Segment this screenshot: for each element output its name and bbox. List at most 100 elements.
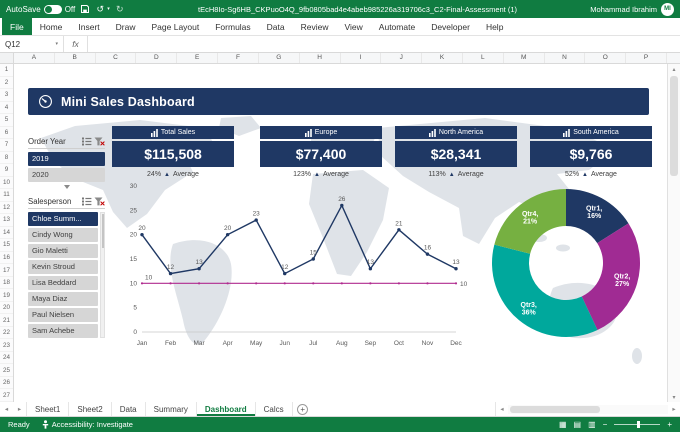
slicer-item-lisa-beddard[interactable]: Lisa Beddard bbox=[28, 276, 98, 290]
slicer-item-list: Chloe Summ... Cindy Wong Gio Maletti Kevin … bbox=[28, 212, 98, 338]
donut-slice-qtr3[interactable] bbox=[492, 244, 598, 337]
column-header-m[interactable]: M bbox=[504, 53, 545, 63]
column-header-e[interactable]: E bbox=[177, 53, 219, 63]
column-header-d[interactable]: D bbox=[136, 53, 178, 63]
ribbon-tab-automate[interactable]: Automate bbox=[371, 18, 423, 35]
document-title: tEcH8Io-Sg6HB_CKPuoO4Q_9fb0805bad4e4abeb… bbox=[198, 4, 517, 14]
donut-slice-qtr2[interactable] bbox=[581, 223, 640, 330]
ribbon-tab-help[interactable]: Help bbox=[478, 18, 511, 35]
hscroll-right-icon[interactable]: ▸ bbox=[668, 405, 680, 413]
column-header-l[interactable]: L bbox=[463, 53, 504, 63]
multi-select-icon[interactable] bbox=[82, 137, 92, 146]
autosave-switch[interactable] bbox=[43, 4, 62, 14]
sheet-nav-next-icon[interactable]: ▸ bbox=[13, 402, 26, 416]
save-icon[interactable] bbox=[80, 4, 90, 14]
page-layout-view-button[interactable]: ▤ bbox=[574, 420, 582, 429]
kpi-card-total-sales[interactable]: Total Sales $115,508 24% ▲ Average bbox=[112, 126, 234, 178]
ribbon-tab-file[interactable]: File bbox=[2, 18, 32, 35]
slicer-item-gio-maletti[interactable]: Gio Maletti bbox=[28, 244, 98, 258]
sheet-grid[interactable]: 1 2 3 4 5 6 7 8 9 10 11 12 13 14 15 16 17 18 19 20 21 22 23 24 2… bbox=[0, 64, 680, 402]
sheet-tab-data[interactable]: Data bbox=[112, 402, 146, 416]
vertical-scrollbar-thumb[interactable] bbox=[670, 76, 678, 176]
column-header-n[interactable]: N bbox=[545, 53, 586, 63]
autosave-toggle[interactable]: AutoSave Off bbox=[6, 4, 75, 14]
column-header-i[interactable]: I bbox=[341, 53, 382, 63]
ribbon-tab-draw[interactable]: Draw bbox=[108, 18, 144, 35]
slicer-item-maya-diaz[interactable]: Maya Diaz bbox=[28, 292, 98, 306]
page-break-view-button[interactable]: ▥ bbox=[588, 420, 596, 429]
ribbon-tab-view[interactable]: View bbox=[337, 18, 371, 35]
vertical-scrollbar[interactable]: ▴ ▾ bbox=[667, 64, 680, 402]
svg-text:Qtr3,36%: Qtr3, 36% bbox=[521, 302, 537, 317]
multi-select-icon[interactable] bbox=[82, 197, 92, 206]
slicer-scrollbar[interactable] bbox=[100, 212, 105, 338]
user-avatar[interactable]: MI bbox=[661, 2, 674, 16]
zoom-slider-knob[interactable] bbox=[637, 421, 641, 428]
column-header-g[interactable]: G bbox=[259, 53, 300, 63]
sheet-tab-sheet1[interactable]: Sheet1 bbox=[26, 402, 70, 416]
slicer-item-2020[interactable]: 2020 bbox=[28, 168, 105, 182]
zoom-in-button[interactable]: + bbox=[667, 420, 672, 429]
accessibility-status-button[interactable]: Accessibility: Investigate bbox=[42, 420, 133, 429]
scroll-up-icon[interactable]: ▴ bbox=[668, 64, 680, 74]
sheet-tab-summary[interactable]: Summary bbox=[146, 402, 197, 416]
account-area[interactable]: Mohammad Ibrahim MI bbox=[590, 2, 674, 16]
slicer-item-chloe-summ[interactable]: Chloe Summ... bbox=[28, 212, 98, 226]
ribbon-tab-insert[interactable]: Insert bbox=[70, 18, 107, 35]
zoom-out-button[interactable]: − bbox=[603, 420, 608, 429]
kpi-card-south-america[interactable]: South America $9,766 52% ▲ Average bbox=[530, 126, 652, 178]
scroll-down-icon[interactable]: ▾ bbox=[668, 392, 680, 402]
hscroll-left-icon[interactable]: ◂ bbox=[496, 405, 508, 413]
column-header-o[interactable]: O bbox=[585, 53, 627, 63]
sheet-tab-dashboard[interactable]: Dashboard bbox=[197, 402, 256, 416]
chart-series-sales[interactable] bbox=[141, 203, 457, 275]
ribbon-tab-formulas[interactable]: Formulas bbox=[207, 18, 258, 35]
formula-input[interactable] bbox=[88, 36, 680, 52]
sheet-tab-sheet2[interactable]: Sheet2 bbox=[69, 402, 112, 416]
slicer-order-year[interactable]: Order Year 2019 2020 bbox=[28, 134, 105, 189]
clear-filter-icon[interactable] bbox=[94, 137, 105, 146]
ribbon-tab-page-layout[interactable]: Page Layout bbox=[144, 18, 208, 35]
undo-caret-icon[interactable]: ▾ bbox=[107, 6, 110, 12]
kpi-label: North America bbox=[438, 129, 484, 136]
column-header-c[interactable]: C bbox=[96, 53, 137, 63]
dashboard-title-banner[interactable]: Mini Sales Dashboard bbox=[28, 88, 649, 115]
slicer-item-sam-achebe[interactable]: Sam Achebe bbox=[28, 324, 98, 338]
normal-view-button[interactable]: ▦ bbox=[559, 420, 567, 429]
undo-icon[interactable]: ↺ bbox=[95, 4, 105, 15]
quarterly-sales-donut-chart[interactable]: Qtr1, 16% Qtr2, 27% Qtr3, 36% Qtr4, 21% bbox=[488, 185, 644, 341]
slicer-scrollbar-thumb[interactable] bbox=[102, 214, 104, 248]
horizontal-scrollbar-thumb[interactable] bbox=[510, 405, 600, 413]
column-header-a[interactable]: A bbox=[14, 53, 55, 63]
slicer-item-cindy-wong[interactable]: Cindy Wong bbox=[28, 228, 98, 242]
slicer-item-paul-nielsen[interactable]: Paul Nielsen bbox=[28, 308, 98, 322]
column-header-p[interactable]: P bbox=[626, 53, 667, 63]
sheet-nav-prev-icon[interactable]: ◂ bbox=[0, 402, 13, 416]
column-header-h[interactable]: H bbox=[300, 53, 341, 63]
zoom-slider[interactable] bbox=[614, 421, 661, 428]
clear-filter-icon[interactable] bbox=[94, 197, 105, 206]
column-header-j[interactable]: J bbox=[381, 53, 423, 63]
redo-icon[interactable]: ↻ bbox=[115, 4, 125, 15]
sheet-tab-calcs[interactable]: Calcs bbox=[256, 402, 293, 416]
slicer-scroll-down-icon[interactable] bbox=[63, 185, 70, 189]
slicer-item-2019[interactable]: 2019 bbox=[28, 152, 105, 166]
column-header-f[interactable]: F bbox=[218, 53, 259, 63]
kpi-card-europe[interactable]: Europe $77,400 123% ▲ Average bbox=[260, 126, 382, 178]
ribbon-tab-home[interactable]: Home bbox=[32, 18, 71, 35]
ribbon-tab-developer[interactable]: Developer bbox=[423, 18, 478, 35]
slicer-salesperson[interactable]: Salesperson Chloe Summ... Cindy Wong Gio Ma… bbox=[28, 194, 105, 338]
ribbon-tab-review[interactable]: Review bbox=[293, 18, 337, 35]
column-header-b[interactable]: B bbox=[55, 53, 96, 63]
monthly-sales-line-chart[interactable]: 0 5 10 15 20 25 30 Jan Feb Mar Apr May Jun Jul Aug Sep O… bbox=[120, 178, 470, 358]
insert-function-button[interactable]: fx bbox=[64, 36, 88, 52]
slicer-item-kevin-stroud[interactable]: Kevin Stroud bbox=[28, 260, 98, 274]
select-all-corner[interactable] bbox=[0, 53, 14, 63]
add-sheet-button[interactable]: + bbox=[293, 402, 313, 416]
name-box-caret-icon[interactable]: ▾ bbox=[55, 41, 58, 47]
kpi-card-north-america[interactable]: North America $28,341 113% ▲ Average bbox=[395, 126, 517, 178]
ribbon-tab-data[interactable]: Data bbox=[259, 18, 293, 35]
horizontal-scrollbar[interactable]: ◂ ▸ bbox=[495, 402, 680, 416]
column-header-k[interactable]: K bbox=[422, 53, 463, 63]
name-box[interactable]: Q12 ▾ bbox=[0, 36, 64, 52]
